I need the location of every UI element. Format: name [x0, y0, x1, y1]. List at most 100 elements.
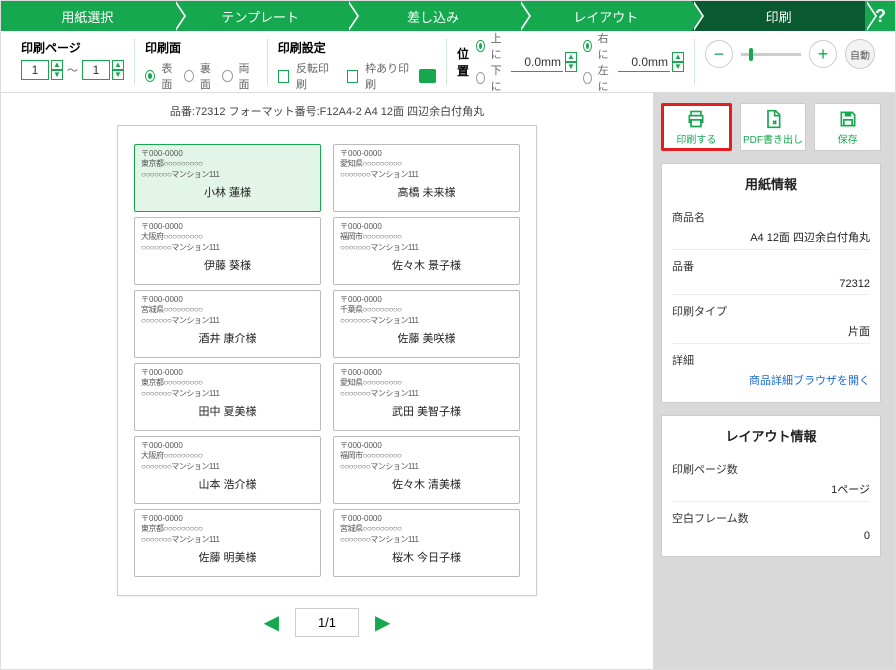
label-cell[interactable]: 〒000-0000愛知県○○○○○○○○○○○○○○○○マンション111武田 美…: [333, 363, 520, 431]
page-from-input[interactable]: [21, 60, 49, 80]
page-to-input[interactable]: [82, 60, 110, 80]
label-cell[interactable]: 〒000-0000東京都○○○○○○○○○○○○○○○○マンション111田中 夏…: [134, 363, 321, 431]
radio-back[interactable]: [184, 70, 194, 82]
horizontal-offset-input[interactable]: [618, 52, 670, 72]
save-button-label: 保存: [838, 131, 858, 146]
pages-key: 印刷ページ数: [672, 461, 870, 477]
label-name: 佐藤 美咲様: [340, 332, 513, 346]
zoom-slider-thumb[interactable]: [749, 48, 753, 61]
pager-next-icon[interactable]: ▶: [375, 610, 390, 635]
label-zip: 〒000-0000: [340, 368, 513, 378]
label-cell[interactable]: 〒000-0000東京都○○○○○○○○○○○○○○○○マンション111佐藤 明…: [134, 509, 321, 577]
radio-both[interactable]: [222, 70, 232, 82]
checkbox-reverse[interactable]: [278, 70, 289, 83]
preview-column: 品番:72312 フォーマット番号:F12A4-2 A4 12面 四辺余白付角丸…: [1, 93, 653, 669]
horizontal-offset-stepper[interactable]: ▲▼: [618, 52, 684, 72]
pager-prev-icon[interactable]: ◀: [264, 610, 279, 635]
zoom-in-button[interactable]: +: [809, 40, 837, 68]
label-cell[interactable]: 〒000-0000愛知県○○○○○○○○○○○○○○○○マンション111高橋 未…: [333, 144, 520, 212]
checkbox-frame[interactable]: [347, 70, 358, 83]
label-cell[interactable]: 〒000-0000大阪府○○○○○○○○○○○○○○○○マンション111山本 浩…: [134, 436, 321, 504]
label-cell[interactable]: 〒000-0000福岡市○○○○○○○○○○○○○○○○マンション111佐々木 …: [333, 436, 520, 504]
save-button[interactable]: 保存: [814, 103, 881, 151]
paper-name-key: 商品名: [672, 209, 870, 225]
label-name: 酒井 康介様: [141, 332, 314, 346]
radio-up[interactable]: [476, 40, 485, 52]
pdf-export-button[interactable]: PDF書き出し: [740, 103, 807, 151]
step-paper[interactable]: 用紙選択: [1, 1, 174, 31]
radio-front[interactable]: [145, 70, 155, 82]
label-name: 田中 夏美様: [141, 405, 314, 419]
checkbox-reverse-label: 反転印刷: [296, 60, 333, 92]
frame-color-sample[interactable]: [419, 69, 436, 83]
paper-info-title: 用紙情報: [672, 174, 870, 193]
radio-right-label: 右に: [598, 30, 612, 62]
checkbox-frame-label: 枠あり印刷: [365, 60, 411, 92]
radio-right[interactable]: [583, 40, 592, 52]
radio-back-label: 裏面: [200, 60, 218, 92]
radio-down[interactable]: [476, 72, 485, 84]
label-name: 武田 美智子様: [340, 405, 513, 419]
label-cell[interactable]: 〒000-0000宮城県○○○○○○○○○○○○○○○○マンション111酒井 康…: [134, 290, 321, 358]
pager-display: 1/1: [295, 608, 359, 637]
label-cell[interactable]: 〒000-0000大阪府○○○○○○○○○○○○○○○○マンション111伊藤 葵…: [134, 217, 321, 285]
zoom-slider[interactable]: [741, 53, 801, 56]
zoom-out-button[interactable]: −: [705, 40, 733, 68]
radio-left[interactable]: [583, 72, 592, 84]
detail-browser-link[interactable]: 商品詳細ブラウザを開く: [672, 372, 870, 388]
zoom-auto-button[interactable]: 自動: [845, 39, 875, 69]
page-to-stepper[interactable]: ▲▼: [82, 60, 124, 80]
v-down-btn[interactable]: ▼: [565, 62, 577, 72]
h-down-btn[interactable]: ▼: [672, 62, 684, 72]
zoom-group: − + 自動: [695, 39, 885, 69]
label-name: 高橋 未来様: [340, 186, 513, 200]
detail-key: 詳細: [672, 352, 870, 368]
action-buttons: 印刷する PDF書き出し 保存: [661, 103, 881, 151]
step-merge[interactable]: 差し込み: [347, 1, 520, 31]
v-up-btn[interactable]: ▲: [565, 52, 577, 62]
label-zip: 〒000-0000: [340, 514, 513, 524]
page-to-up[interactable]: ▲: [112, 60, 124, 70]
label-zip: 〒000-0000: [141, 441, 314, 451]
label-cell[interactable]: 〒000-0000東京都○○○○○○○○○○○○○○○○マンション111小林 蓮…: [134, 144, 321, 212]
print-type-key: 印刷タイプ: [672, 303, 870, 319]
print-settings-group: 印刷設定 反転印刷 枠あり印刷: [268, 39, 447, 85]
save-icon: [838, 109, 858, 129]
label-zip: 〒000-0000: [340, 441, 513, 451]
h-up-btn[interactable]: ▲: [672, 52, 684, 62]
label-cell[interactable]: 〒000-0000宮城県○○○○○○○○○○○○○○○○マンション111桜木 今…: [333, 509, 520, 577]
label-name: 桜木 今日子様: [340, 551, 513, 565]
page-from-stepper[interactable]: ▲▼: [21, 60, 63, 80]
radio-down-label: 下に: [491, 62, 505, 94]
label-cell[interactable]: 〒000-0000福岡市○○○○○○○○○○○○○○○○マンション111佐々木 …: [333, 217, 520, 285]
label-cell[interactable]: 〒000-0000千葉県○○○○○○○○○○○○○○○○マンション111佐藤 美…: [333, 290, 520, 358]
label-zip: 〒000-0000: [340, 222, 513, 232]
vertical-offset-input[interactable]: [511, 52, 563, 72]
label-name: 小林 蓮様: [141, 186, 314, 200]
label-addr1: 東京都○○○○○○○○○: [141, 524, 314, 534]
paper-code-value: 72312: [672, 278, 870, 290]
pager: ◀ 1/1 ▶: [264, 608, 391, 637]
page-range-label: 印刷ページ: [21, 39, 124, 56]
pages-value: 1ページ: [672, 481, 870, 497]
pdf-icon: [763, 109, 783, 129]
printer-icon: [686, 109, 706, 129]
radio-left-label: 左に: [598, 62, 612, 94]
label-addr2: ○○○○○○○マンション111: [141, 462, 314, 472]
label-grid: 〒000-0000 東京都○○○○○○○○○ ○○○○○○○マンション111 小林 蓮…: [134, 144, 520, 577]
vertical-offset-stepper[interactable]: ▲▼: [511, 52, 577, 72]
label-addr1: 宮城県○○○○○○○○○: [141, 305, 314, 315]
label-name: 山本 浩介様: [141, 478, 314, 492]
print-button-label: 印刷する: [676, 131, 716, 146]
label-addr2: ○○○○○○○マンション111: [141, 243, 314, 253]
page-from-down[interactable]: ▼: [51, 70, 63, 80]
label-addr2: ○○○○○○○マンション111: [141, 389, 314, 399]
step-print[interactable]: 印刷: [692, 1, 865, 31]
label-name: 伊藤 葵様: [141, 259, 314, 273]
step-template[interactable]: テンプレート: [174, 1, 347, 31]
print-button[interactable]: 印刷する: [661, 103, 732, 151]
page-range-group: 印刷ページ ▲▼ 〜 ▲▼: [11, 39, 135, 85]
page-to-down[interactable]: ▼: [112, 70, 124, 80]
page-from-up[interactable]: ▲: [51, 60, 63, 70]
step-layout[interactable]: レイアウト: [519, 1, 692, 31]
